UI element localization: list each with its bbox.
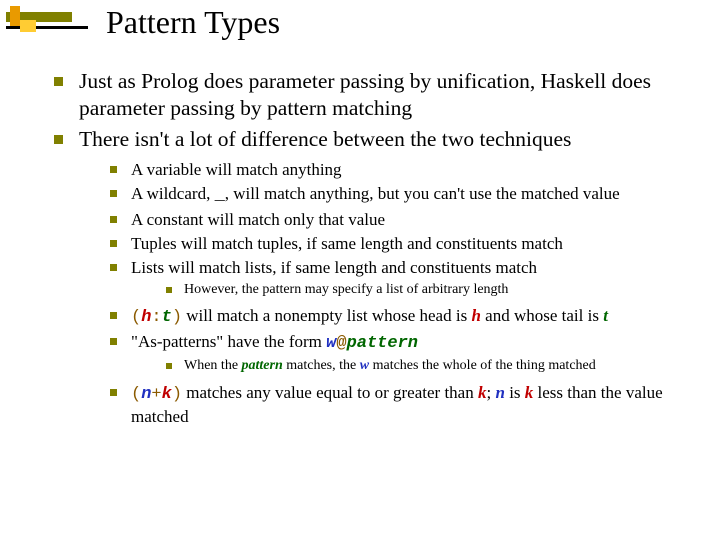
bullet-text: However, the pattern may specify a list … — [184, 281, 508, 299]
text-fragment: and whose tail is — [481, 306, 603, 325]
var-w: w — [360, 358, 369, 373]
var-k: k — [162, 385, 172, 404]
bullet-text: (n+k) matches any value equal to or grea… — [131, 382, 698, 428]
bullet-l2: Tuples will match tuples, if same length… — [110, 233, 698, 255]
var-t: t — [162, 308, 172, 327]
paren-open: ( — [131, 308, 141, 327]
bullet-text: Tuples will match tuples, if same length… — [131, 233, 563, 255]
bullet-l2: A constant will match only that value — [110, 209, 698, 231]
bullet-text: There isn't a lot of difference between … — [79, 126, 571, 153]
text-fragment: , will match anything, but you can't use… — [225, 184, 620, 203]
var-n: n — [141, 385, 151, 404]
text-fragment: will match a nonempty list whose head is — [182, 306, 471, 325]
colon-op: : — [151, 308, 161, 327]
var-n: n — [495, 383, 504, 402]
text-fragment: When the — [184, 358, 242, 373]
var-w: w — [326, 334, 336, 353]
text-fragment: matches, the — [283, 358, 360, 373]
var-h: h — [141, 308, 151, 327]
square-bullet-icon — [54, 135, 63, 144]
text-fragment: matches any value equal to or greater th… — [182, 383, 478, 402]
var-pattern: pattern — [347, 334, 418, 353]
var-h: h — [471, 306, 480, 325]
underscore-literal: _ — [215, 186, 225, 205]
bullet-text: (h:t) will match a nonempty list whose h… — [131, 305, 608, 329]
slide-body: Just as Prolog does parameter passing by… — [54, 68, 698, 430]
paren-close: ) — [172, 308, 182, 327]
bullet-text: When the pattern matches, the w matches … — [184, 357, 596, 375]
plus-op: + — [151, 385, 161, 404]
bullet-text: A constant will match only that value — [131, 209, 385, 231]
bullet-l1: Just as Prolog does parameter passing by… — [54, 68, 698, 122]
text-fragment: is — [505, 383, 525, 402]
slide-title: Pattern Types — [106, 4, 280, 41]
bullet-l2: (h:t) will match a nonempty list whose h… — [110, 305, 698, 329]
square-bullet-icon — [166, 363, 172, 369]
square-bullet-icon — [54, 77, 63, 86]
bullet-l2: A variable will match anything — [110, 159, 698, 181]
square-bullet-icon — [110, 312, 117, 319]
corner-decoration — [6, 6, 88, 38]
bullet-text: A variable will match anything — [131, 159, 342, 181]
bullet-l1: There isn't a lot of difference between … — [54, 126, 698, 153]
var-t: t — [603, 306, 608, 325]
bullet-l3: When the pattern matches, the w matches … — [166, 357, 698, 375]
bullet-l3: However, the pattern may specify a list … — [166, 281, 698, 299]
square-bullet-icon — [110, 190, 117, 197]
square-bullet-icon — [110, 338, 117, 345]
square-bullet-icon — [110, 216, 117, 223]
bullet-l2: (n+k) matches any value equal to or grea… — [110, 382, 698, 428]
var-k: k — [525, 383, 534, 402]
at-sign: @ — [336, 334, 346, 353]
paren-close: ) — [172, 385, 182, 404]
bullet-l2: Lists will match lists, if same length a… — [110, 257, 698, 279]
text-fragment: "As-patterns" have the form — [131, 332, 326, 351]
square-bullet-icon — [110, 389, 117, 396]
paren-open: ( — [131, 385, 141, 404]
bullet-text: A wildcard, _, will match anything, but … — [131, 183, 620, 207]
text-fragment: matches the whole of the thing matched — [369, 358, 596, 373]
square-bullet-icon — [110, 240, 117, 247]
square-bullet-icon — [110, 166, 117, 173]
square-bullet-icon — [110, 264, 117, 271]
var-pattern: pattern — [242, 358, 283, 373]
bullet-text: Just as Prolog does parameter passing by… — [79, 68, 698, 122]
bullet-l2: A wildcard, _, will match anything, but … — [110, 183, 698, 207]
bullet-l2: "As-patterns" have the form w@pattern — [110, 331, 698, 355]
bullet-text: "As-patterns" have the form w@pattern — [131, 331, 418, 355]
text-fragment: A wildcard, — [131, 184, 215, 203]
square-bullet-icon — [166, 287, 172, 293]
bullet-text: Lists will match lists, if same length a… — [131, 257, 537, 279]
